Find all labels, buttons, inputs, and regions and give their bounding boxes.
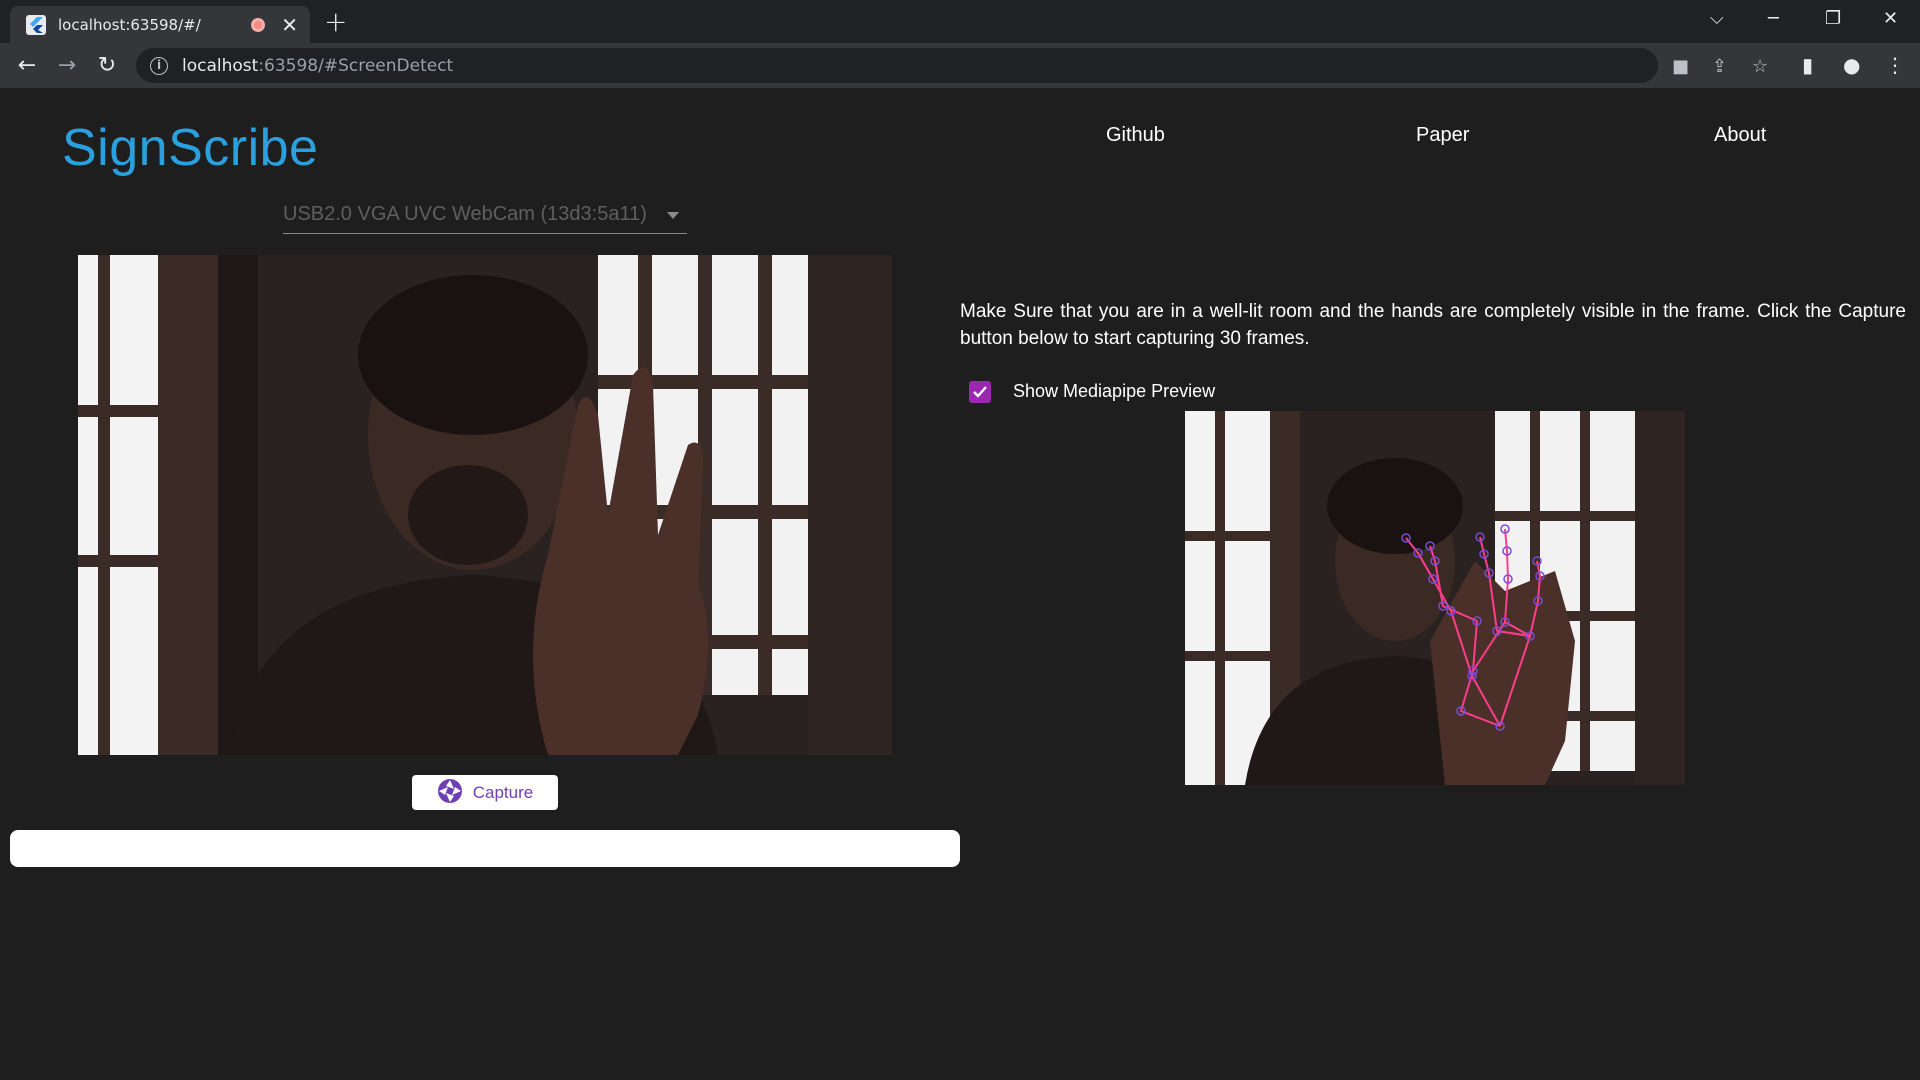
chevron-down-icon	[667, 212, 679, 219]
star-icon[interactable]: ☆	[1752, 56, 1768, 77]
capture-button[interactable]: Capture	[412, 775, 558, 810]
mediapipe-preview-label: Show Mediapipe Preview	[1013, 381, 1216, 401]
nav-github[interactable]: Github	[1106, 124, 1165, 147]
browser-tab-strip: localhost:63598/#/ ✕ + ⌵ ─ ❐ ✕	[0, 0, 1920, 43]
app-page: SignScribe Github Paper About USB2.0 VGA…	[0, 88, 1920, 1078]
nav-about[interactable]: About	[1714, 124, 1766, 147]
profile-icon[interactable]: ●	[1843, 53, 1860, 77]
browser-toolbar: ← → ↻ i localhost:63598/#ScreenDetect ■ …	[0, 43, 1920, 88]
reload-icon[interactable]: ↻	[94, 53, 120, 79]
minimize-icon[interactable]: ─	[1768, 8, 1779, 29]
tab-search-icon[interactable]: ⌵	[1710, 8, 1724, 29]
close-tab-icon[interactable]: ✕	[281, 15, 298, 35]
camera-select-value: USB2.0 VGA UVC WebCam (13d3:5a11)	[283, 203, 647, 225]
close-window-icon[interactable]: ✕	[1883, 8, 1898, 29]
flutter-icon	[26, 14, 46, 35]
back-arrow-icon[interactable]: ←	[14, 53, 40, 79]
url-text[interactable]: localhost:63598/#ScreenDetect	[182, 56, 453, 76]
instructions-text: Make Sure that you are in a well-lit roo…	[960, 301, 1906, 349]
nav-paper[interactable]: Paper	[1416, 124, 1469, 147]
capture-progress-bar	[10, 830, 960, 867]
camera-select[interactable]: USB2.0 VGA UVC WebCam (13d3:5a11)	[283, 196, 687, 234]
capture-label: Capture	[472, 782, 534, 802]
mediapipe-preview	[1185, 411, 1685, 785]
side-panel-icon[interactable]: ▮	[1802, 53, 1813, 77]
address-bar[interactable]: i localhost:63598/#ScreenDetect ■ ⇪ ☆	[136, 48, 1768, 83]
share-icon[interactable]: ⇪	[1712, 56, 1727, 77]
aperture-icon	[437, 778, 463, 808]
camera-icon[interactable]: ■	[1672, 56, 1689, 77]
restore-icon[interactable]: ❐	[1825, 8, 1841, 29]
info-icon[interactable]: i	[150, 56, 168, 75]
mediapipe-preview-checkbox[interactable]	[969, 381, 991, 403]
webcam-feed	[78, 255, 892, 755]
forward-arrow-icon[interactable]: →	[54, 53, 80, 79]
brand-logo[interactable]: SignScribe	[62, 118, 318, 178]
new-tab-button[interactable]: +	[324, 8, 347, 36]
more-icon[interactable]: ⋮	[1885, 53, 1905, 77]
tab-title: localhost:63598/#/	[58, 15, 201, 34]
browser-tab[interactable]: localhost:63598/#/ ✕	[10, 6, 310, 43]
check-icon	[973, 386, 987, 398]
recording-indicator-icon	[251, 17, 266, 32]
